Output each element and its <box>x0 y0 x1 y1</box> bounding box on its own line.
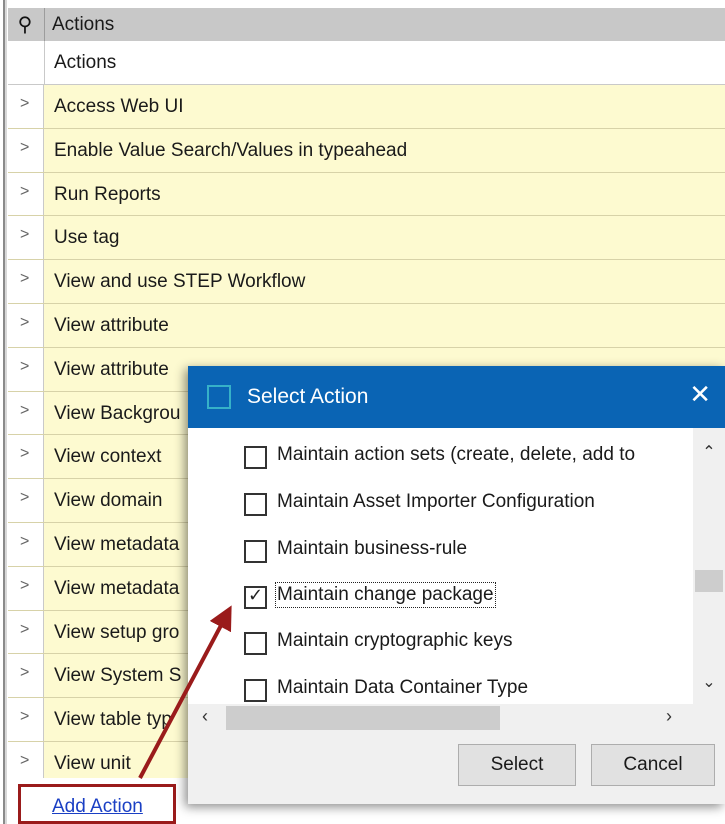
annotation-arrow <box>138 605 232 779</box>
annotation-arrow-line <box>138 605 232 779</box>
